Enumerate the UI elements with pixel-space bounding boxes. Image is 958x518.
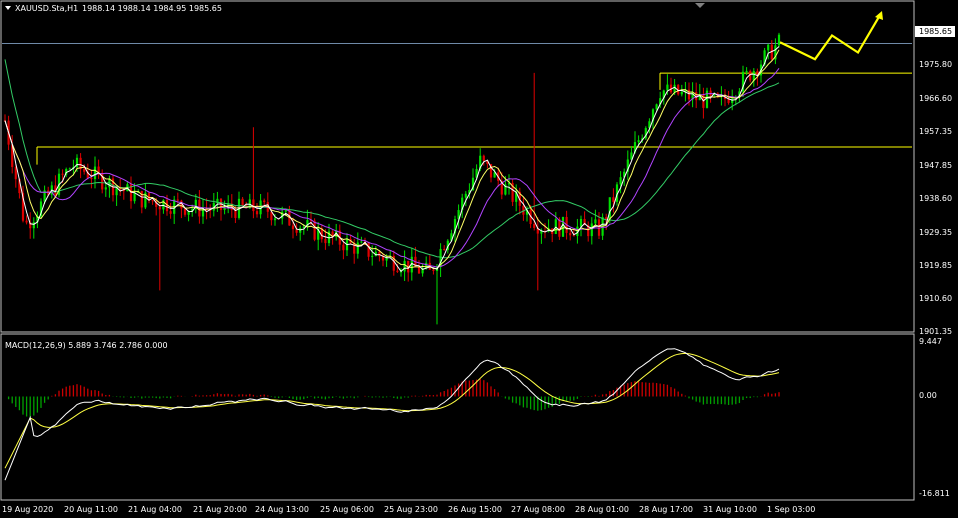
candle-body — [569, 232, 572, 236]
candle-body — [572, 235, 575, 237]
candle-body — [169, 211, 172, 214]
price-tick: 1947.85 — [919, 161, 952, 170]
macd-tick: 9.447 — [919, 337, 942, 346]
time-tick: 24 Aug 13:00 — [255, 505, 309, 514]
candle-body — [432, 269, 435, 271]
candle-body — [396, 270, 399, 272]
candle-body — [464, 193, 467, 198]
candle-body — [655, 104, 658, 110]
candle-body — [752, 71, 755, 81]
candle-body — [403, 260, 406, 272]
candle-body — [666, 84, 669, 91]
price-tick: 1975.80 — [919, 60, 952, 69]
candle-body — [176, 199, 179, 201]
time-tick: 27 Aug 08:00 — [511, 505, 565, 514]
candle-body — [367, 242, 370, 257]
candle-body — [443, 248, 446, 250]
candle-body — [777, 34, 781, 46]
candle-body — [183, 208, 187, 215]
candle-body — [255, 211, 259, 215]
candle-body — [313, 220, 316, 240]
candle-body — [284, 210, 287, 212]
candle-body — [482, 155, 485, 161]
symbol-label: XAUUSD.Sta,H1 — [15, 4, 78, 13]
bid-price-label: 1985.65 — [919, 27, 952, 36]
price-tick: 1929.35 — [919, 228, 952, 237]
candle-body — [263, 200, 266, 203]
ohlc-label: 1988.14 1988.14 1984.95 1985.65 — [82, 4, 222, 13]
candle-body — [360, 241, 363, 243]
candle-body — [767, 44, 770, 51]
time-tick: 31 Aug 10:00 — [703, 505, 757, 514]
macd-label: MACD(12,26,9) 5.889 3.746 2.786 0.000 — [5, 341, 168, 350]
price-tick: 1957.35 — [919, 127, 952, 136]
macd-tick: -16.811 — [919, 489, 950, 498]
candle-body — [241, 198, 244, 206]
candle-body — [594, 219, 597, 224]
time-tick: 25 Aug 23:00 — [384, 505, 438, 514]
candle-body — [612, 197, 615, 202]
candle-body — [151, 200, 154, 202]
candle-body — [745, 70, 748, 72]
price-tick: 1910.60 — [919, 294, 952, 303]
candle-body — [115, 188, 118, 196]
candle-body — [680, 91, 683, 95]
candle-body — [32, 222, 35, 229]
candle-body — [68, 168, 71, 170]
candle-body — [252, 199, 255, 212]
candle-body — [579, 218, 583, 227]
candle-body — [324, 239, 327, 244]
candle-body — [291, 225, 295, 230]
time-tick: 28 Aug 01:00 — [575, 505, 629, 514]
candle-body — [158, 206, 161, 210]
time-tick: 21 Aug 04:00 — [128, 505, 182, 514]
price-tick: 1966.60 — [919, 94, 952, 103]
candle-body — [533, 224, 536, 228]
candle-body — [731, 98, 734, 103]
candle-body — [90, 177, 93, 180]
price-tick: 1901.35 — [919, 327, 952, 336]
candle-body — [61, 173, 64, 175]
candle-body — [608, 197, 611, 220]
time-tick: 28 Aug 17:00 — [639, 505, 693, 514]
candle-body — [25, 220, 28, 223]
candle-body — [133, 192, 136, 202]
macd-tick: 0.00 — [919, 391, 937, 400]
trading-chart[interactable]: XAUUSD.Sta,H1 1988.14 1988.14 1984.95 19… — [0, 0, 958, 518]
time-tick: 21 Aug 20:00 — [193, 505, 247, 514]
candle-body — [93, 166, 97, 180]
time-tick: 26 Aug 15:00 — [448, 505, 502, 514]
candle-body — [619, 177, 622, 185]
candle-body — [234, 209, 237, 218]
candle-body — [637, 140, 640, 143]
price-tick: 1919.85 — [919, 261, 952, 270]
chart-background — [0, 0, 958, 518]
candle-body — [273, 218, 277, 221]
price-tick: 1938.60 — [919, 194, 952, 203]
candle-body — [561, 216, 565, 237]
candle-body — [590, 223, 593, 237]
candle-body — [371, 255, 374, 257]
time-tick: 25 Aug 06:00 — [320, 505, 374, 514]
candle-body — [342, 244, 345, 251]
time-tick: 1 Sep 03:00 — [767, 505, 815, 514]
candle-body — [356, 242, 359, 254]
time-tick: 20 Aug 11:00 — [64, 505, 118, 514]
time-tick: 19 Aug 2020 — [2, 505, 53, 514]
candle-body — [104, 187, 107, 190]
candle-body — [83, 169, 86, 172]
candle-body — [417, 266, 421, 274]
